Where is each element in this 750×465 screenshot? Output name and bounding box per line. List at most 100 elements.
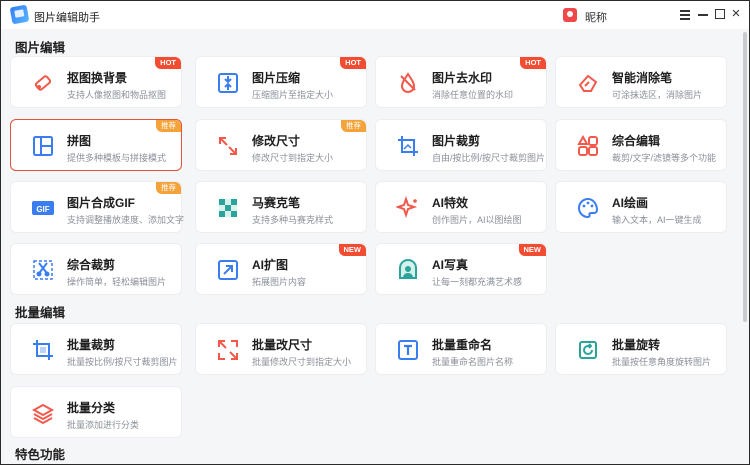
resize-icon: [216, 134, 240, 158]
tool-card-description: 消除任意位置的水印: [432, 90, 514, 100]
svg-text:GIF: GIF: [36, 205, 49, 214]
tool-card-description: 拓展图片内容: [252, 277, 307, 287]
tool-card-badge: NEW: [338, 244, 366, 256]
section-title: 批量编辑: [15, 306, 66, 320]
tool-card-description: 批量修改尺寸到指定大小: [252, 357, 352, 367]
tool-card-badge: NEW: [518, 244, 546, 256]
tool-card-description: 自由/按比例/按尺寸裁剪图片: [432, 153, 546, 163]
tool-card[interactable]: AI写真让每一刻都充满艺术感 NEW: [375, 243, 547, 295]
tool-card-title: 批量旋转: [612, 338, 661, 352]
tool-card-description: 创作图片，AI以图绘图: [432, 215, 522, 225]
tool-card[interactable]: 图片去水印消除任意位置的水印 HOT: [375, 56, 547, 108]
tool-card-description: 支持人像抠图和物品抠图: [67, 90, 167, 100]
tool-card-description: 批量按任意角度旋转图片: [612, 357, 712, 367]
tool-card[interactable]: 修改尺寸修改尺寸到指定大小 推荐: [195, 119, 367, 171]
tool-card-description: 支持调整播放速度、添加文字: [67, 215, 185, 225]
tool-card-description: 输入文本，AI一键生成: [612, 215, 702, 225]
tool-card-description: 提供多种模板与拼接模式: [67, 153, 167, 163]
tool-card-title: 图片合成GIF: [67, 196, 135, 210]
tool-card-description: 批量按比例/按尺寸裁剪图片: [67, 357, 178, 367]
tool-card-title: 图片压缩: [252, 71, 301, 85]
tool-card-badge: HOT: [520, 57, 546, 69]
tool-card[interactable]: 综合裁剪操作简单，轻松编辑图片: [10, 243, 182, 295]
section-title: 特色功能: [15, 448, 66, 462]
tool-card-description: 让每一刻都充满艺术感: [432, 277, 523, 287]
app-logo-icon: [9, 4, 30, 25]
tool-card-title: 综合裁剪: [67, 258, 116, 272]
tool-card-badge: HOT: [155, 57, 181, 69]
tool-card[interactable]: 综合编辑裁剪/文字/滤镜等多个功能: [555, 119, 727, 171]
gif-icon: GIF: [31, 196, 55, 220]
tool-card-title: 综合编辑: [612, 134, 661, 148]
maximize-button[interactable]: [712, 6, 728, 22]
tool-card[interactable]: 图片压缩 压缩图片至指定大小 HOT: [195, 56, 367, 108]
batch-crop-icon: [31, 338, 55, 362]
tool-card[interactable]: 批量分类批量添加进行分类: [10, 386, 182, 438]
title-bar: 图片编辑助手 昵称 ×: [1, 1, 749, 29]
tool-card-description: 支持多种马赛克样式: [252, 215, 334, 225]
tool-card-title: AI写真: [432, 258, 469, 272]
tool-card-description: 可涂抹选区，消除图片: [612, 90, 703, 100]
tool-card-title: AI扩图: [252, 258, 289, 272]
tool-card-title: 马赛克笔: [252, 196, 301, 210]
tool-card-title: 修改尺寸: [252, 134, 301, 148]
sparkle-icon: [396, 196, 420, 220]
menu-button[interactable]: [677, 6, 693, 22]
tool-card-title: AI特效: [432, 196, 469, 210]
tool-card[interactable]: 批量改尺寸批量修改尺寸到指定大小: [195, 323, 367, 375]
scrollbar[interactable]: [742, 30, 748, 462]
tool-card[interactable]: 批量裁剪批量按比例/按尺寸裁剪图片: [10, 323, 182, 375]
minimize-button[interactable]: [695, 6, 711, 22]
tool-card[interactable]: GIF 图片合成GIF 支持调整播放速度、添加文字 推荐: [10, 181, 185, 233]
tool-card-title: 图片裁剪: [432, 134, 481, 148]
collage-icon: [31, 134, 55, 158]
tool-card[interactable]: 批量重命名批量重命名图片名称: [375, 323, 547, 375]
tool-card[interactable]: 抠图换背景支持人像抠图和物品抠图 HOT: [10, 56, 182, 108]
tool-card-title: 智能消除笔: [612, 71, 673, 85]
tool-card[interactable]: 拼图 提供多种模板与拼接模式 推荐: [10, 119, 182, 171]
tool-card[interactable]: AI绘画输入文本，AI一键生成: [555, 181, 727, 233]
batch-resize-icon: [216, 338, 240, 362]
tool-card-title: 批量重命名: [432, 338, 493, 352]
expand-icon: [216, 258, 240, 282]
close-button[interactable]: ×: [728, 6, 744, 22]
tool-card[interactable]: 图片裁剪自由/按比例/按尺寸裁剪图片: [375, 119, 547, 171]
scroll-thumb[interactable]: [743, 32, 747, 322]
tool-card-badge: 推荐: [341, 120, 366, 132]
tool-card[interactable]: AI特效创作图片，AI以图绘图: [375, 181, 547, 233]
tool-card-title: 图片去水印: [432, 71, 493, 85]
tool-card-badge: HOT: [340, 57, 366, 69]
app-title: 图片编辑助手: [34, 12, 100, 24]
tool-card[interactable]: 马赛克笔支持多种马赛克样式: [195, 181, 367, 233]
tool-card[interactable]: AI扩图拓展图片内容 NEW: [195, 243, 367, 295]
eraser-icon: [31, 71, 55, 95]
crop-icon: [396, 134, 420, 158]
tool-card-description: 批量重命名图片名称: [432, 357, 514, 367]
rename-icon: [396, 338, 420, 362]
smart-eraser-icon: [576, 71, 600, 95]
tool-card-title: 批量改尺寸: [252, 338, 313, 352]
layers-icon: [31, 401, 55, 425]
tool-card-description: 操作简单，轻松编辑图片: [67, 277, 167, 287]
compress-icon: [216, 71, 240, 95]
section-title: 图片编辑: [15, 41, 66, 55]
apps-grid-icon: [576, 134, 600, 158]
tool-card-description: 批量添加进行分类: [67, 420, 140, 430]
portrait-icon: [396, 258, 420, 282]
tool-card[interactable]: 批量旋转批量按任意角度旋转图片: [555, 323, 727, 375]
user-name[interactable]: 昵称: [585, 9, 607, 25]
tool-card-title: 抠图换背景: [67, 71, 128, 85]
user-avatar[interactable]: [563, 8, 577, 22]
tool-card-title: 批量分类: [67, 401, 116, 415]
tool-card-title: AI绘画: [612, 196, 649, 210]
palette-icon: [576, 196, 600, 220]
tool-card-badge: 推荐: [156, 182, 181, 194]
tool-card[interactable]: 智能消除笔可涂抹选区，消除图片: [555, 56, 727, 108]
tool-card-title: 批量裁剪: [67, 338, 116, 352]
rotate-icon: [576, 338, 600, 362]
tool-card-description: 裁剪/文字/滤镜等多个功能: [612, 153, 717, 163]
scissors-icon: [31, 258, 55, 282]
tool-card-description: 修改尺寸到指定大小: [252, 153, 334, 163]
mosaic-icon: [216, 196, 240, 220]
tool-card-badge: 推荐: [156, 120, 181, 132]
